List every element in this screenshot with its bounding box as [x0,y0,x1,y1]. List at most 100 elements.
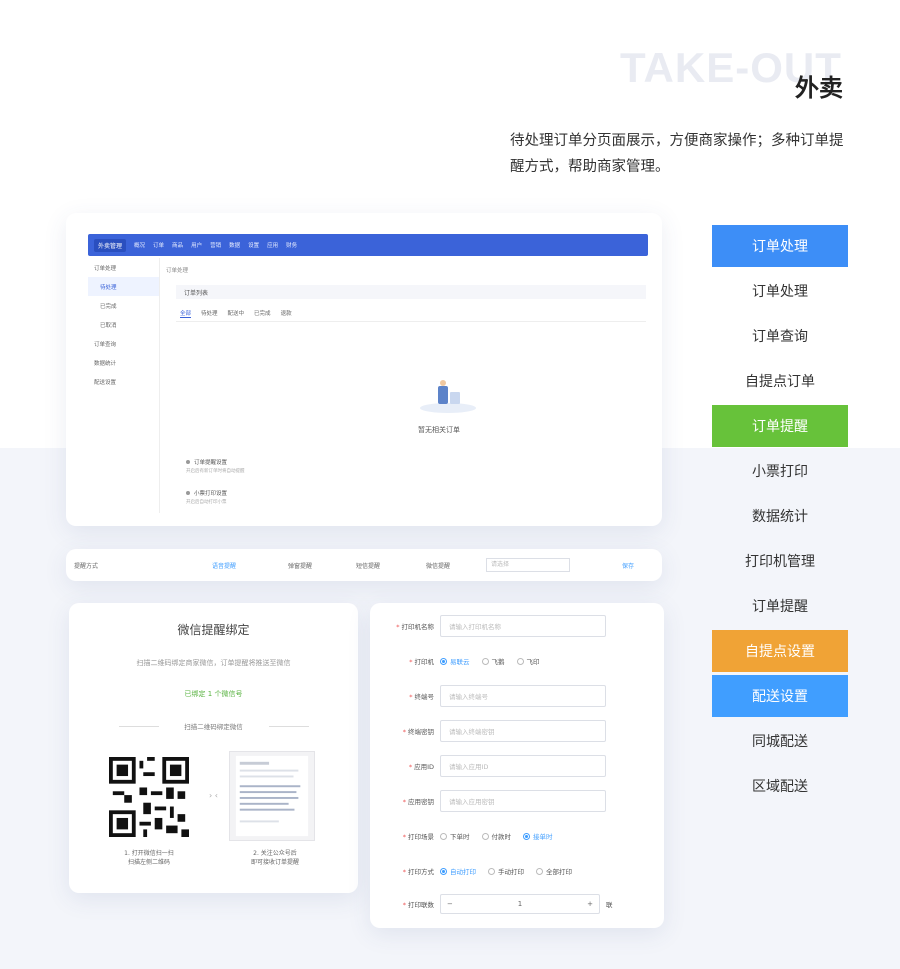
nav-item[interactable]: 数据 [229,241,240,249]
radio-icon [440,832,447,840]
terminal-no-input[interactable]: 请输入终端号 [440,685,606,707]
breadcrumb: 订单处理 [166,268,189,274]
radio-option[interactable]: 下单时 [440,831,470,841]
tab-delivering[interactable]: 配送中 [228,309,245,318]
notice-order-remind: 订单提醒设置 开启后有新订单时将自动提醒 [186,460,245,474]
app-id-input[interactable]: 请输入应用ID [440,755,606,777]
strip-option[interactable]: 语音提醒 [212,561,236,570]
terminal-key-input[interactable]: 请输入终端密钥 [440,720,606,742]
nav-item[interactable]: 财务 [286,241,297,249]
radio-option[interactable]: 自动打印 [440,866,476,876]
field-label: * 打印机名称 [396,623,434,631]
sidebar-item[interactable]: 数据统计 [88,353,159,372]
field-label: * 打印联数 [402,901,434,909]
sidebar-item[interactable]: 订单查询 [88,334,159,353]
scan-divider-text: 扫描二维码绑定微信 [184,723,243,731]
feature-item[interactable]: 配送设置 [712,675,848,717]
scan-subtitle: 扫描二维码绑定商家微信，订单提醒将推送至微信 [136,659,291,667]
nav-item[interactable]: 营销 [210,241,221,249]
sidebar-item[interactable]: 已完成 [88,296,159,315]
feature-item[interactable]: 订单处理 [712,225,848,267]
feature-item[interactable]: 订单提醒 [712,405,848,447]
feature-item[interactable]: 数据统计 [712,495,848,537]
form-row: * 打印场景 下单时 付款时 接单时 [370,825,664,847]
copies-value: 1 [517,900,523,908]
bind-status: 已绑定 1 个微信号 [184,690,243,698]
copies-stepper[interactable]: − 1 + [440,894,600,914]
feature-item[interactable]: 同城配送 [712,720,848,762]
radio-icon [536,867,543,875]
field-label: * 打印场景 [402,833,434,841]
page-description: 待处理订单分页面展示，方便商家操作；多种订单提醒方式，帮助商家管理。 [510,133,844,175]
tab-refund[interactable]: 退款 [281,309,292,318]
caption-right: 2. 关注公众号后 即可接收订单提醒 [250,850,299,866]
strip-option[interactable]: 短信提醒 [356,561,380,570]
tab-pending[interactable]: 待处理 [201,309,218,318]
strip-option[interactable]: 弹窗提醒 [288,561,312,570]
strip-save-button[interactable]: 保存 [622,561,634,570]
radio-icon [481,657,489,665]
feature-item[interactable]: 小票打印 [712,450,848,492]
tab-divider [176,321,646,322]
radio-option[interactable]: 手动打印 [488,866,524,876]
radio-icon [516,657,524,665]
bullet-icon [186,460,190,464]
minus-icon[interactable]: − [447,900,453,908]
feature-item[interactable]: 自提点订单 [712,360,848,402]
strip-option[interactable]: 微信提醒 [426,561,450,570]
nav-item[interactable]: 概况 [134,241,145,249]
field-label: * 终端号 [409,693,434,701]
radio-option[interactable]: 全部打印 [536,866,572,876]
field-label: * 打印机 [409,658,434,666]
nav-item[interactable]: 应用 [267,241,278,249]
feature-item[interactable]: 订单提醒 [712,585,848,627]
feature-item[interactable]: 自提点设置 [712,630,848,672]
feature-item[interactable]: 打印机管理 [712,540,848,582]
page-title: 外卖 [795,74,843,102]
radio-icon [523,832,530,840]
nav-item[interactable]: 用户 [191,241,202,249]
feature-item[interactable]: 订单查询 [712,315,848,357]
tab-all[interactable]: 全部 [180,309,192,318]
admin-sidebar: 订单处理 待处理 已完成 已取消 订单查询 数据统计 配送设置 [88,258,160,513]
sidebar-item[interactable]: 已取消 [88,315,159,334]
empty-text: 暂无相关订单 [418,426,460,434]
field-label: * 打印方式 [402,868,434,876]
form-row: * 应用ID 请输入应用ID [370,755,664,777]
feature-item[interactable]: 区域配送 [712,765,848,807]
remind-settings-strip: 提醒方式 语音提醒 弹窗提醒 短信提醒 微信提醒 请选择 保存 [66,549,662,581]
strip-select[interactable]: 请选择 [486,558,570,572]
sidebar-item[interactable]: 配送设置 [88,372,159,391]
order-list-bar: 订单列表 [176,285,646,299]
sidebar-item[interactable]: 订单处理 [88,258,159,277]
radio-option[interactable]: 飞印 [516,656,540,666]
form-row: * 打印机 易联云 飞鹅 飞印 [370,650,664,672]
field-label: * 终端密钥 [402,728,434,736]
empty-illustration-icon [420,380,476,413]
printer-name-input[interactable]: 请输入打印机名称 [440,615,606,637]
nav-item[interactable]: 设置 [248,241,259,249]
radio-option[interactable]: 飞鹅 [481,656,505,666]
nav-item[interactable]: 订单 [153,241,164,249]
radio-option[interactable]: 接单时 [523,831,553,841]
order-tabs: 全部 待处理 配送中 已完成 退款 [180,309,292,318]
sidebar-item[interactable]: 待处理 [88,277,159,296]
wechat-bind-card: 微信提醒绑定 扫描二维码绑定商家微信，订单提醒将推送至微信 已绑定 1 个微信号… [69,603,358,893]
plus-icon[interactable]: + [587,900,593,908]
feature-item[interactable]: 订单处理 [712,270,848,312]
strip-label: 提醒方式 [74,562,99,570]
nav-item[interactable]: 商品 [172,241,183,249]
app-key-input[interactable]: 请输入应用密钥 [440,790,606,812]
qr-code-icon[interactable] [105,753,193,841]
radio-option[interactable]: 易联云 [440,656,470,666]
tab-done[interactable]: 已完成 [254,309,271,318]
form-row: * 终端号 请输入终端号 [370,685,664,707]
form-row: * 打印方式 自动打印 手动打印 全部打印 [370,860,664,882]
arrow-icon: › ‹ [209,791,218,800]
form-row: * 终端密钥 请输入终端密钥 [370,720,664,742]
caption-left: 1. 打开微信扫一扫 扫描左侧二维码 [124,850,174,866]
printer-form-card: * 打印机名称 请输入打印机名称 * 打印机 易联云 飞鹅 飞印 * 终端号 请输入终… [370,603,664,928]
admin-top-nav: 外卖管理 概况 订单 商品 用户 营销 数据 设置 应用 财务 [88,234,648,256]
radio-icon [440,657,447,665]
radio-option[interactable]: 付款时 [481,831,511,841]
